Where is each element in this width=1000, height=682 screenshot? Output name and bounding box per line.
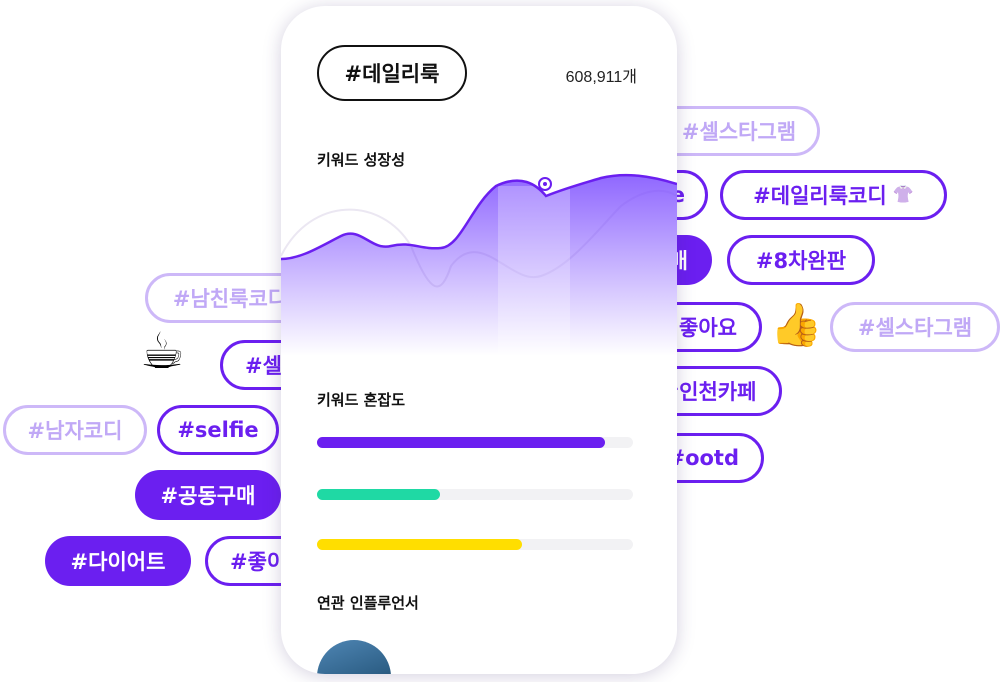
tag-selfie[interactable]: #selfie — [157, 405, 279, 455]
tag-label: #다이어트 — [70, 550, 166, 574]
tag-label: #ootd — [667, 446, 739, 470]
tag-label: #공동구매 — [160, 484, 256, 508]
congestion-bar-2 — [317, 489, 633, 500]
shirt-icon: 👚 — [892, 185, 914, 205]
congestion-title: 키워드 혼잡도 — [317, 391, 406, 409]
avatar[interactable] — [317, 640, 391, 674]
tag-label: #좋이 — [230, 550, 287, 574]
tag-8cha-wanpan[interactable]: #8차완판 — [727, 235, 875, 285]
congestion-bar-1 — [317, 437, 633, 448]
tag-diet[interactable]: #다이어트 — [45, 536, 191, 586]
tag-label: #셀스타그램 — [857, 316, 973, 340]
tag-dailylook-codi[interactable]: #데일리룩코디 👚 — [720, 170, 947, 220]
highlight-column — [498, 186, 570, 356]
tag-label: 좋아요 — [679, 316, 737, 340]
thumbs-up-icon: 👍 — [770, 300, 823, 349]
tag-namja-codi[interactable]: #남자코디 — [3, 405, 147, 455]
congestion-bar-3 — [317, 539, 633, 550]
tag-label: #데일리룩코디 — [753, 184, 887, 208]
influencers-title: 연관 인플루언서 — [317, 594, 419, 612]
trend-marker-dot — [543, 182, 547, 186]
coffee-icon: ☕ — [140, 322, 185, 380]
hashtag-pill[interactable]: #데일리룩 — [317, 45, 467, 101]
tag-label: #남친룩코디 — [172, 287, 288, 311]
congestion-bar-fill — [317, 437, 605, 448]
tag-gongdong-gumae[interactable]: #공동구매 — [135, 470, 281, 520]
tag-selstagram-side[interactable]: #셀스타그램 — [830, 302, 1000, 352]
growth-chart — [281, 173, 677, 356]
tag-label: #selfie — [177, 418, 259, 442]
congestion-bar-fill — [317, 539, 523, 550]
tag-label: #8차완판 — [755, 249, 847, 273]
post-count: 608,911개 — [565, 69, 637, 86]
area-fill — [281, 175, 677, 356]
tag-label: #남자코디 — [27, 419, 123, 443]
congestion-bar-fill — [317, 489, 441, 500]
tag-label: #셀 — [245, 354, 282, 378]
keyword-detail-card: #데일리룩 608,911개 키워드 성장성 키워드 혼잡도 연관 인플루언서 — [281, 6, 677, 674]
